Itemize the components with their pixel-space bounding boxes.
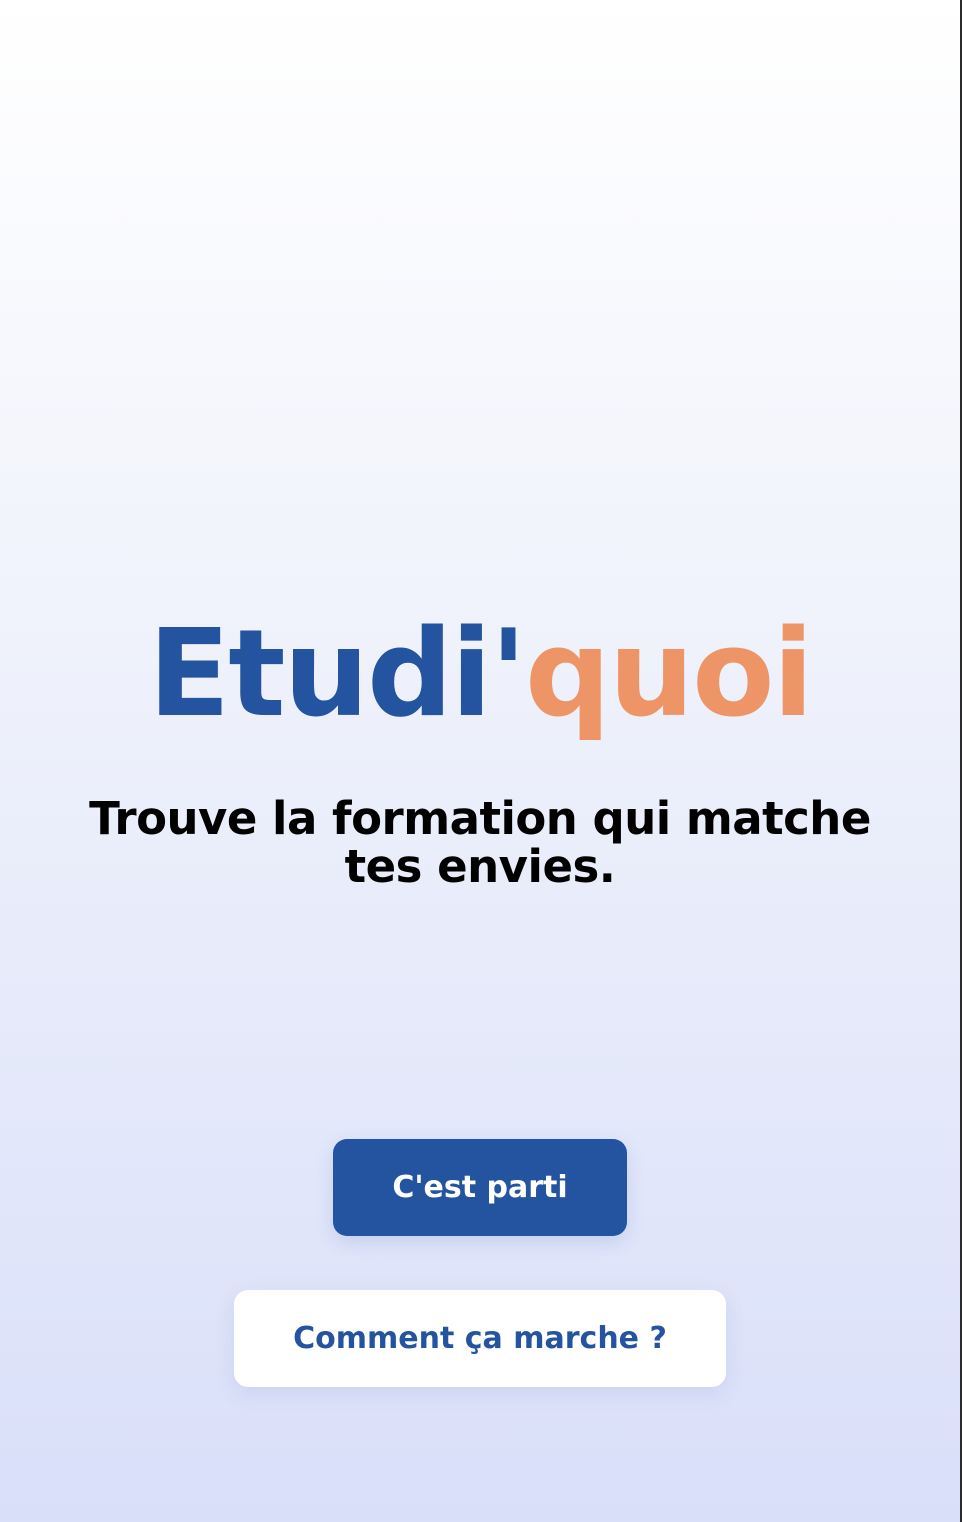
app-logo: Etudi'quoi — [0, 600, 960, 750]
welcome-screen: Etudi'quoi Trouve la formation qui match… — [0, 0, 962, 1522]
how-it-works-button[interactable]: Comment ça marche ? — [234, 1290, 726, 1387]
tagline: Trouve la formation qui matche tes envie… — [89, 792, 871, 893]
how-it-works-button-label: Comment ça marche ? — [293, 1321, 667, 1356]
start-button[interactable]: C'est parti — [333, 1139, 627, 1236]
logo-text-quoi: quoi — [524, 605, 814, 744]
start-button-label: C'est parti — [392, 1170, 568, 1205]
logo-text-etudi: Etudi' — [148, 605, 527, 744]
